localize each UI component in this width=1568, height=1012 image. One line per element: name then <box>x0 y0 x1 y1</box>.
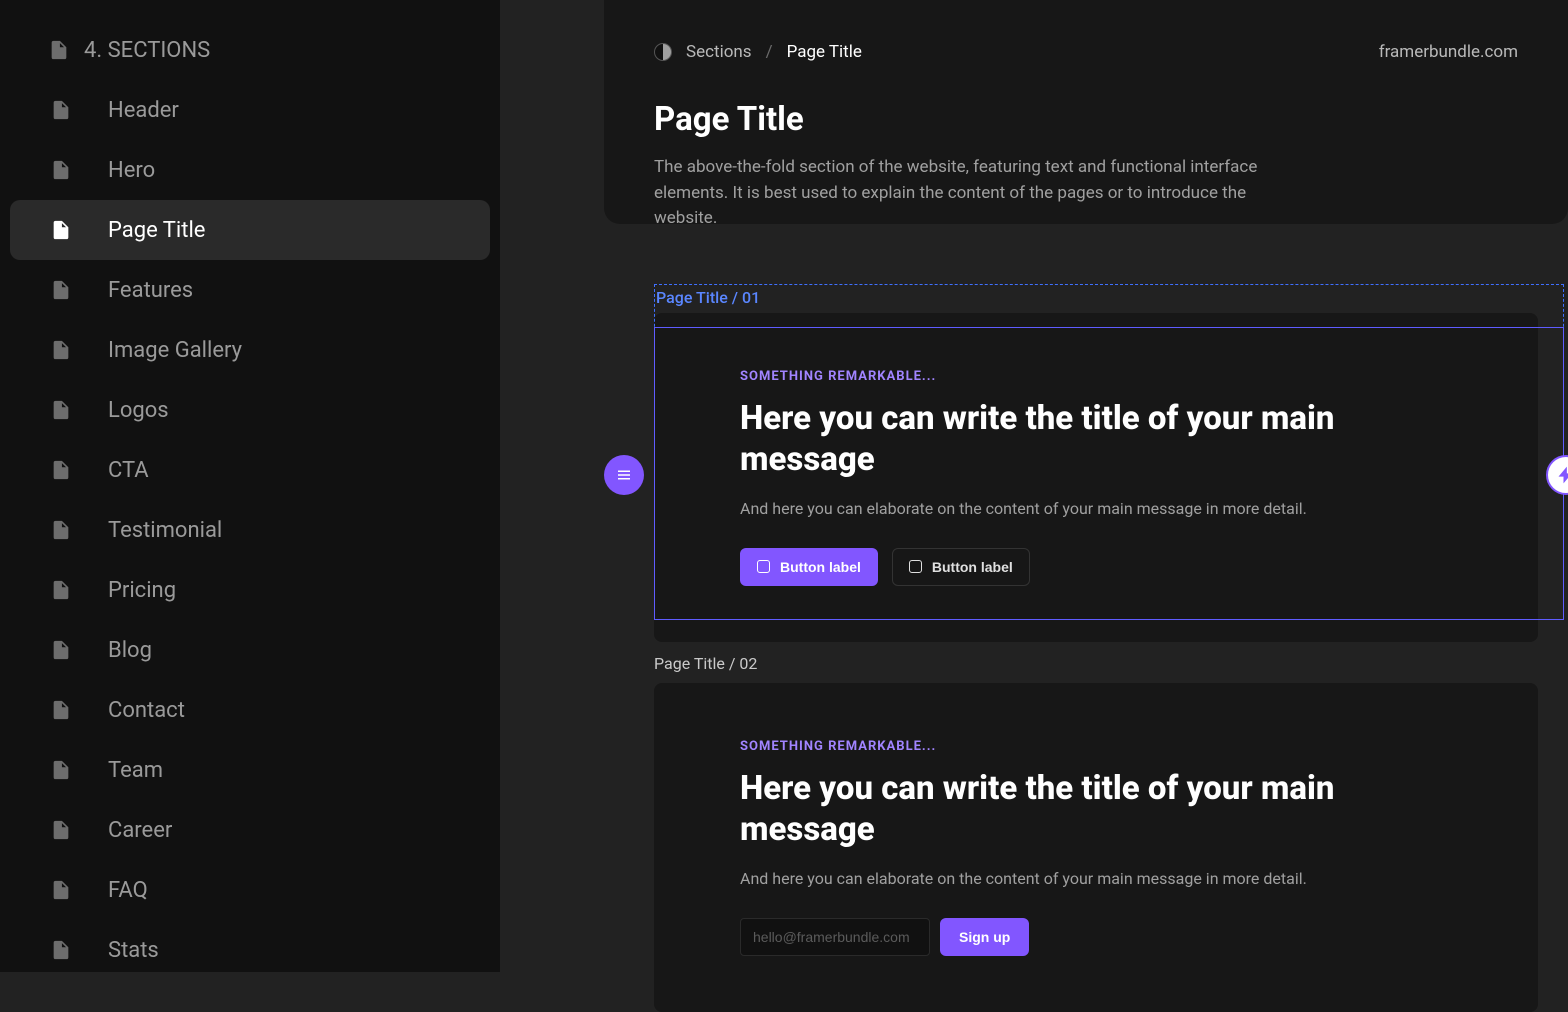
sidebar-item-label: Features <box>108 278 193 303</box>
breadcrumb-current: Page Title <box>787 42 862 62</box>
menu-icon <box>615 466 633 484</box>
header-top: Sections / Page Title framerbundle.com <box>654 42 1518 62</box>
headline: Here you can write the title of your mai… <box>740 398 1452 481</box>
page-icon <box>50 159 72 181</box>
menu-float-button[interactable] <box>604 455 644 495</box>
sidebar-item-label: Image Gallery <box>108 338 242 363</box>
button-label: Button label <box>932 559 1013 575</box>
page-icon <box>50 939 72 961</box>
breadcrumb-sep: / <box>766 42 773 62</box>
section-label: Page Title / 02 <box>654 654 1538 673</box>
sidebar-item-label: CTA <box>108 458 149 483</box>
square-icon <box>757 560 770 573</box>
sidebar-item-label: Page Title <box>108 218 205 243</box>
page-icon <box>50 399 72 421</box>
logo-icon <box>654 43 672 61</box>
page-icon <box>50 879 72 901</box>
section-body: SOMETHING REMARKABLE... Here you can wri… <box>654 313 1538 642</box>
page-icon <box>50 579 72 601</box>
sidebar-item-label: Contact <box>108 698 185 723</box>
sidebar-item-label: Blog <box>108 638 152 663</box>
subtext: And here you can elaborate on the conten… <box>740 499 1452 518</box>
page-icon <box>50 219 72 241</box>
sidebar-item-career[interactable]: Career <box>10 800 490 860</box>
site-link[interactable]: framerbundle.com <box>1379 42 1518 62</box>
sidebar-item-label: Header <box>108 98 179 123</box>
sidebar-item-team[interactable]: Team <box>10 740 490 800</box>
sidebar-item-label: Logos <box>108 398 169 423</box>
sidebar-section-header[interactable]: 4. SECTIONS <box>10 20 490 80</box>
sidebar-header-label: 4. SECTIONS <box>84 38 210 63</box>
page-icon <box>50 459 72 481</box>
page-icon <box>50 699 72 721</box>
eyebrow: SOMETHING REMARKABLE... <box>740 739 1452 754</box>
page-icon <box>50 339 72 361</box>
canvas[interactable]: Sections / Page Title framerbundle.com P… <box>604 0 1568 972</box>
page-icon <box>50 639 72 661</box>
sidebar-item-cta[interactable]: CTA <box>10 440 490 500</box>
sidebar-item-header[interactable]: Header <box>10 80 490 140</box>
button-label: Sign up <box>959 929 1010 945</box>
sidebar-item-hero[interactable]: Hero <box>10 140 490 200</box>
signup-button[interactable]: Sign up <box>940 918 1029 956</box>
sidebar-item-pricing[interactable]: Pricing <box>10 560 490 620</box>
page-icon <box>50 759 72 781</box>
sidebar-item-features[interactable]: Features <box>10 260 490 320</box>
sidebar-item-contact[interactable]: Contact <box>10 680 490 740</box>
sidebar-item-label: Testimonial <box>108 518 222 543</box>
section-body: SOMETHING REMARKABLE... Here you can wri… <box>654 683 1538 1012</box>
lightning-float-button[interactable] <box>1546 455 1568 495</box>
sidebar-item-label: Stats <box>108 938 159 963</box>
sidebar-item-blog[interactable]: Blog <box>10 620 490 680</box>
actions: Button label Button label <box>740 548 1452 586</box>
sidebar-item-stats[interactable]: Stats <box>10 920 490 980</box>
secondary-button[interactable]: Button label <box>892 548 1030 586</box>
email-input[interactable] <box>740 918 930 956</box>
page-icon <box>50 819 72 841</box>
header-card: Sections / Page Title framerbundle.com P… <box>604 0 1568 224</box>
section-page-title-02[interactable]: Page Title / 02 SOMETHING REMARKABLE... … <box>654 654 1538 1012</box>
square-icon <box>909 560 922 573</box>
sidebar-item-faq[interactable]: FAQ <box>10 860 490 920</box>
breadcrumb-root[interactable]: Sections <box>686 42 752 62</box>
page-icon <box>48 39 70 61</box>
sidebar-item-label: Hero <box>108 158 155 183</box>
sidebar: 4. SECTIONS Header Hero Page Title Featu… <box>0 0 500 972</box>
page-description: The above-the-fold section of the websit… <box>654 155 1294 232</box>
headline: Here you can write the title of your mai… <box>740 768 1452 851</box>
section-label: Page Title / 01 <box>656 288 1540 307</box>
sidebar-item-label: Team <box>108 758 163 783</box>
subtext: And here you can elaborate on the conten… <box>740 869 1452 888</box>
breadcrumb: Sections / Page Title <box>654 42 862 62</box>
primary-button[interactable]: Button label <box>740 548 878 586</box>
sidebar-item-testimonial[interactable]: Testimonial <box>10 500 490 560</box>
sidebar-item-logos[interactable]: Logos <box>10 380 490 440</box>
sidebar-item-label: FAQ <box>108 878 148 903</box>
sidebar-item-page-title[interactable]: Page Title <box>10 200 490 260</box>
button-label: Button label <box>780 559 861 575</box>
sidebar-item-label: Pricing <box>108 578 176 603</box>
page-icon <box>50 99 72 121</box>
section-page-title-01[interactable]: Page Title / 01 SOMETHING REMARKABLE... … <box>654 284 1538 642</box>
sidebar-item-label: Career <box>108 818 172 843</box>
sidebar-list: 4. SECTIONS Header Hero Page Title Featu… <box>10 20 490 980</box>
sidebar-item-image-gallery[interactable]: Image Gallery <box>10 320 490 380</box>
email-signup-row: Sign up <box>740 918 1452 956</box>
page-icon <box>50 279 72 301</box>
lightning-icon <box>1556 465 1568 485</box>
page-icon <box>50 519 72 541</box>
eyebrow: SOMETHING REMARKABLE... <box>740 369 1452 384</box>
page-title: Page Title <box>654 100 1518 139</box>
